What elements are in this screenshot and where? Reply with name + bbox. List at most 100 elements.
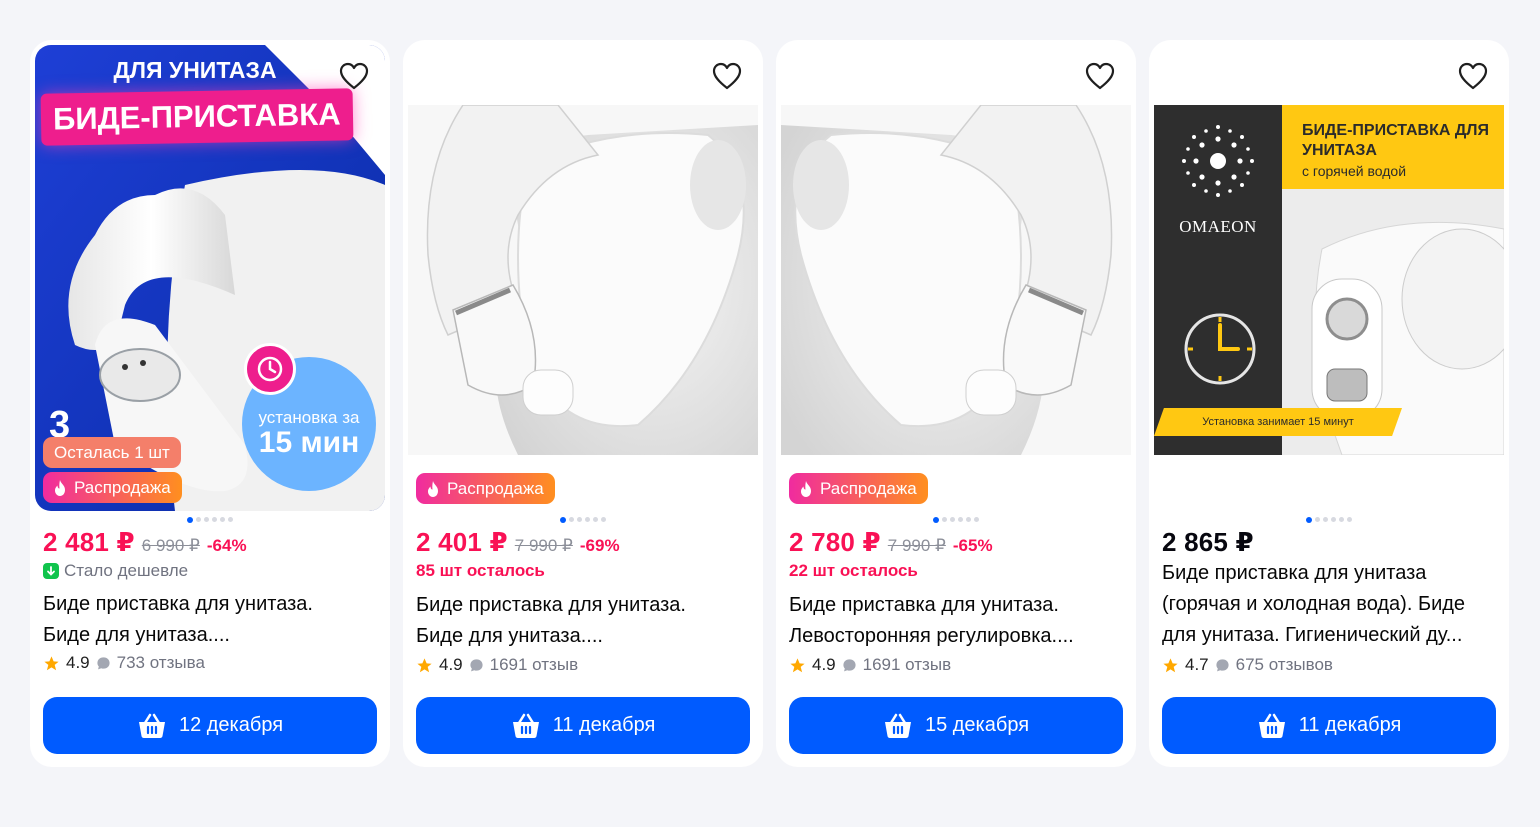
pagination-dot[interactable] <box>220 517 225 522</box>
favorite-button[interactable] <box>710 59 744 93</box>
old-price: 7 990 ₽ <box>514 536 573 555</box>
brand-name: OMAEON <box>1179 217 1257 236</box>
badges: Осталась 1 шт Распродажа <box>43 437 182 503</box>
discount: -65% <box>952 536 993 555</box>
add-to-cart-button[interactable]: 11 декабря <box>1162 697 1496 754</box>
pagination-dot[interactable] <box>204 517 209 522</box>
badges: Распродажа <box>789 473 928 504</box>
product-grid: ДЛЯ УНИТАЗА БИДЕ-ПРИСТАВКА 3 установка з… <box>30 40 1509 767</box>
price-row: 2 401 ₽ 7 990 ₽ -69% <box>416 527 620 558</box>
favorite-button[interactable] <box>1083 59 1117 93</box>
heart-icon <box>712 62 742 90</box>
delivery-date: 11 декабря <box>552 714 656 736</box>
pagination-dot[interactable] <box>1315 517 1320 522</box>
brand-logo <box>1182 125 1254 197</box>
reviews-count[interactable]: 733 отзыва <box>117 653 205 673</box>
pagination-dot[interactable] <box>212 517 217 522</box>
pagination-dot[interactable] <box>1339 517 1344 522</box>
title-line: Биде приставка для унитаза. <box>789 594 1059 616</box>
price: 2 481 ₽ <box>43 527 135 557</box>
product-illustration <box>408 105 758 455</box>
rating-value: 4.9 <box>66 653 90 672</box>
add-to-cart-button[interactable]: 15 декабря <box>789 697 1123 754</box>
comment-icon <box>97 656 110 669</box>
product-card[interactable]: Распродажа 2 401 ₽ 7 990 ₽ -69% 85 шт ос… <box>403 40 763 767</box>
product-title[interactable]: Биде приставка для унитаза. Биде для уни… <box>43 589 378 651</box>
star-icon <box>790 657 805 672</box>
product-card[interactable]: ДЛЯ УНИТАЗА БИДЕ-ПРИСТАВКА 3 установка з… <box>30 40 390 767</box>
product-image[interactable] <box>781 45 1131 511</box>
pagination-dot[interactable] <box>585 517 590 522</box>
title-line: Биде приставка для унитаза. <box>416 594 686 616</box>
comment-icon <box>470 658 483 671</box>
delivery-date: 15 декабря <box>924 714 1030 736</box>
title-line: Биде для унитаза.... <box>416 625 603 647</box>
pagination-dot[interactable] <box>1331 517 1336 522</box>
rating-value: 4.7 <box>1185 655 1209 674</box>
old-price: 7 990 ₽ <box>887 536 946 555</box>
product-image[interactable]: OMAEON БИДЕ-ПРИСТАВКА ДЛЯ УНИТАЗА с горя… <box>1154 45 1504 511</box>
reviews-count[interactable]: 675 отзывов <box>1236 655 1333 675</box>
reviews-count[interactable]: 1691 отзыв <box>490 655 578 675</box>
pagination-dot[interactable] <box>942 517 947 522</box>
discount: -64% <box>206 536 247 555</box>
price-drop-note: Стало дешевле <box>43 561 188 581</box>
pagination-dot[interactable] <box>1347 517 1352 522</box>
image-pagination[interactable] <box>1149 517 1509 523</box>
discount: -69% <box>579 536 620 555</box>
add-to-cart-button[interactable]: 11 декабря <box>416 697 750 754</box>
reviews-count[interactable]: 1691 отзыв <box>863 655 951 675</box>
pagination-dot[interactable] <box>966 517 971 522</box>
install-time: 15 мин <box>258 426 360 459</box>
product-title[interactable]: Биде приставка для унитаза. Биде для уни… <box>416 590 751 652</box>
image-pagination[interactable] <box>30 517 390 523</box>
pagination-dot[interactable] <box>187 517 193 523</box>
promo-heading-text: БИДЕ-ПРИСТАВКА ДЛЯ УНИТАЗА <box>1302 122 1489 159</box>
promo-main-text: БИДЕ-ПРИСТАВКА <box>40 88 354 146</box>
title-line: Биде для унитаза.... <box>43 624 230 646</box>
sale-badge: Распродажа <box>789 473 928 504</box>
rating-value: 4.9 <box>812 655 836 674</box>
pagination-dot[interactable] <box>933 517 939 523</box>
sale-badge: Распродажа <box>43 472 182 503</box>
pagination-dot[interactable] <box>228 517 233 522</box>
image-pagination[interactable] <box>403 517 763 523</box>
title-line: (горячая и холодная вода). Биде <box>1162 593 1466 615</box>
pagination-dot[interactable] <box>196 517 201 522</box>
product-title[interactable]: Биде приставка для унитаза. Левостороння… <box>789 590 1124 652</box>
pagination-dot[interactable] <box>950 517 955 522</box>
pagination-dot[interactable] <box>569 517 574 522</box>
pagination-dot[interactable] <box>577 517 582 522</box>
title-line: Биде приставка для унитаза. <box>43 593 313 615</box>
heart-icon <box>1458 62 1488 90</box>
heart-icon <box>339 62 369 90</box>
pagination-dot[interactable] <box>1323 517 1328 522</box>
pagination-dot[interactable] <box>974 517 979 522</box>
add-to-cart-button[interactable]: 12 декабря <box>43 697 377 754</box>
heart-icon <box>1085 62 1115 90</box>
old-price: 6 990 ₽ <box>141 536 200 555</box>
favorite-button[interactable] <box>1456 59 1490 93</box>
pagination-dot[interactable] <box>593 517 598 522</box>
pagination-dot[interactable] <box>601 517 606 522</box>
pagination-dot[interactable] <box>1306 517 1312 523</box>
basket-icon <box>512 713 539 738</box>
rating-row: 4.9 1691 отзыв <box>416 655 578 675</box>
product-image[interactable] <box>408 45 758 511</box>
stock-left-note: 85 шт осталось <box>416 561 545 580</box>
price: 2 780 ₽ <box>789 527 881 557</box>
stock-left-note: 22 шт осталось <box>789 561 918 580</box>
favorite-button[interactable] <box>337 59 371 93</box>
pagination-dot[interactable] <box>958 517 963 522</box>
image-pagination[interactable] <box>776 517 1136 523</box>
install-label: установка за <box>258 408 360 427</box>
product-title[interactable]: Биде приставка для унитаза (горячая и хо… <box>1162 558 1497 651</box>
product-card[interactable]: Распродажа 2 780 ₽ 7 990 ₽ -65% 22 шт ос… <box>776 40 1136 767</box>
product-card[interactable]: OMAEON БИДЕ-ПРИСТАВКА ДЛЯ УНИТАЗА с горя… <box>1149 40 1509 767</box>
price-row: 2 865 ₽ <box>1162 527 1254 558</box>
brand-panel: OMAEON <box>1154 105 1282 455</box>
price-drop-text: Стало дешевле <box>64 561 189 580</box>
title-line: Биде приставка для унитаза <box>1162 562 1427 584</box>
basket-icon <box>884 713 911 738</box>
pagination-dot[interactable] <box>560 517 566 523</box>
